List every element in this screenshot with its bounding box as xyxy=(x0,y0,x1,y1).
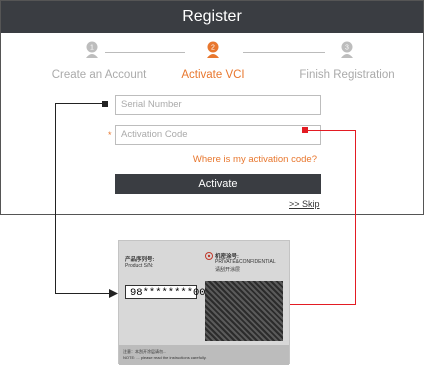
product-label-cn: 产品序列号: xyxy=(125,257,155,263)
required-mark: * xyxy=(108,130,112,140)
card-footer: 注意：本刮开涂层请勿... NOTE: ... please read the … xyxy=(119,345,289,365)
product-label-en: Product S/N: xyxy=(125,263,154,269)
serial-connector-wire-h1 xyxy=(55,103,105,104)
step-3-number: 3 xyxy=(345,45,349,52)
serial-arrow-icon xyxy=(109,289,118,298)
step-2-label: Activate VCI xyxy=(181,69,245,81)
serial-number-input[interactable]: Serial Number xyxy=(115,95,321,115)
activate-button[interactable]: Activate xyxy=(115,174,321,194)
step-3-user-icon: 3 xyxy=(341,41,353,58)
serial-connector-marker xyxy=(102,101,108,107)
step-1-user-icon: 1 xyxy=(86,41,98,58)
confidential-seal-icon xyxy=(205,252,213,260)
step-2-number: 2 xyxy=(211,45,215,52)
activation-connector-wire-v xyxy=(355,130,356,305)
step-2-user-icon: 2 xyxy=(207,41,219,58)
register-dialog: Register 1 2 3 Create an Account Activat… xyxy=(0,0,424,215)
step-connector-2 xyxy=(243,52,325,53)
confidential-sub: 请刮开涂层 xyxy=(215,267,241,273)
vci-card: 产品序列号: Product S/N: 机密涂号: PRIVATE&CONFID… xyxy=(118,240,290,365)
activation-connector-wire-h1 xyxy=(307,130,355,131)
where-is-activation-code-link[interactable]: Where is my activation code? xyxy=(193,154,317,165)
step-connector-1 xyxy=(105,52,185,53)
scratch-off-panel xyxy=(205,281,283,341)
step-1-number: 1 xyxy=(90,45,94,52)
card-serial-number: 98********00 xyxy=(125,285,206,299)
confidential-label-en: PRIVATE&CONFIDENTIAL xyxy=(215,259,276,265)
serial-connector-wire-h2 xyxy=(55,293,112,294)
card-footer-note-2: NOTE: ... please read the instructions c… xyxy=(123,355,207,360)
skip-link[interactable]: >> Skip xyxy=(289,199,320,209)
dialog-title: Register xyxy=(1,1,423,33)
serial-connector-wire-v xyxy=(55,103,56,294)
step-1-label: Create an Account xyxy=(51,69,147,81)
activation-code-input[interactable]: Activation Code xyxy=(115,125,321,145)
step-3-label: Finish Registration xyxy=(299,69,395,81)
